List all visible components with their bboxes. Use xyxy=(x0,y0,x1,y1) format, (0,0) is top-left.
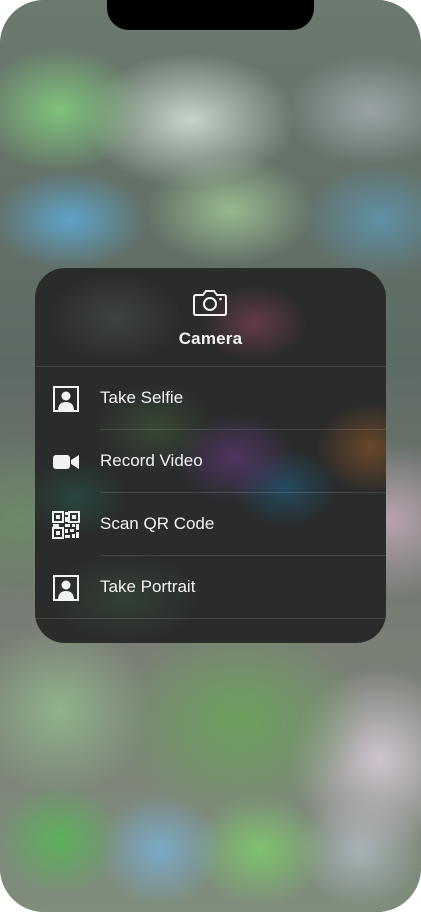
qr-code-icon xyxy=(52,511,80,539)
divider xyxy=(35,618,386,619)
selfie-portrait-icon xyxy=(53,386,79,412)
menu-title: Camera xyxy=(178,329,243,348)
menu-item-label: Take Selfie xyxy=(100,388,184,407)
menu-item-take-selfie[interactable]: Take Selfie xyxy=(35,367,386,430)
device-notch xyxy=(107,0,314,30)
menu-header: Camera xyxy=(35,268,386,367)
camera-icon xyxy=(193,290,227,316)
menu-item-take-portrait[interactable]: Take Portrait xyxy=(35,556,386,619)
video-camera-icon xyxy=(53,455,79,469)
menu-item-label: Record Video xyxy=(100,451,203,470)
menu-item-record-video[interactable]: Record Video xyxy=(35,430,386,493)
camera-quick-actions-menu: Camera Take Selfie Record Video Scan QR … xyxy=(35,268,386,643)
portrait-icon xyxy=(53,575,79,601)
menu-item-label: Take Portrait xyxy=(100,577,196,596)
phone-screen: Camera Take Selfie Record Video Scan QR … xyxy=(0,0,421,912)
menu-item-label: Scan QR Code xyxy=(100,514,215,533)
menu-item-scan-qr-code[interactable]: Scan QR Code xyxy=(35,493,386,556)
